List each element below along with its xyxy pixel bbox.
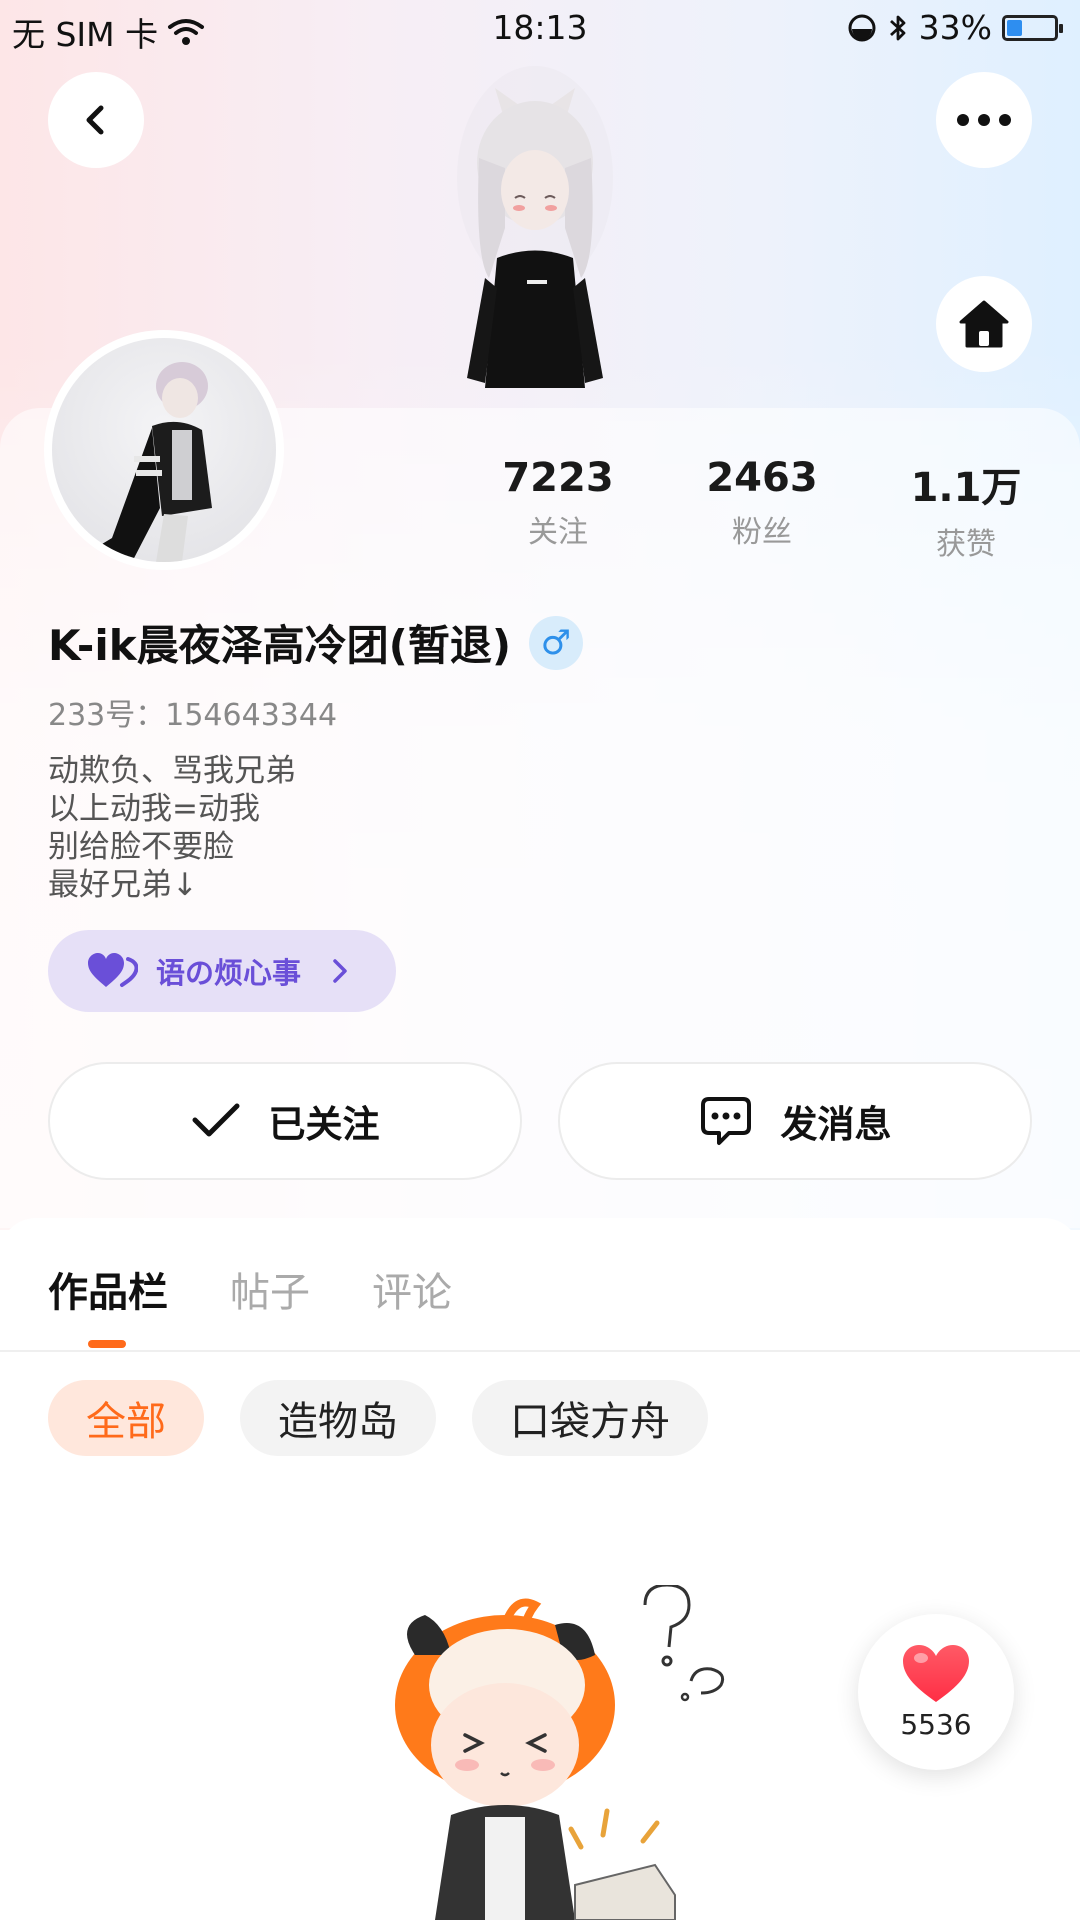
filter-all[interactable]: 全部 xyxy=(48,1380,204,1456)
heart-icon xyxy=(88,953,138,987)
like-count: 5536 xyxy=(900,1707,972,1741)
stat-value: 1.1万 xyxy=(910,465,1022,511)
stat-value: 2463 xyxy=(706,455,818,501)
bio-line: 动欺负、骂我兄弟 xyxy=(48,753,296,789)
stat-label: 粉丝 xyxy=(732,515,792,550)
name-row: K-ik晨夜泽高冷团(暂退) ♂ xyxy=(48,612,584,673)
empty-state-illustration xyxy=(395,1585,725,1920)
heart-icon xyxy=(903,1644,969,1702)
signature-label: 语の烦心事 xyxy=(156,956,302,990)
stat-value: 7223 xyxy=(502,455,614,501)
message-button[interactable]: 发消息 xyxy=(558,1062,1032,1180)
stat-label: 关注 xyxy=(528,515,588,550)
follow-label: 已关注 xyxy=(268,1103,380,1146)
bluetooth-icon xyxy=(889,15,906,40)
tab-works[interactable]: 作品栏 xyxy=(48,1260,168,1318)
filter-pocket-ark[interactable]: 口袋方舟 xyxy=(472,1380,708,1456)
user-id: 233号：154643344 xyxy=(48,698,338,733)
home-icon xyxy=(959,300,1009,348)
bio-line: 以上动我=动我 xyxy=(48,791,260,827)
stat-label: 获赞 xyxy=(936,527,996,562)
filter-chips: 全部 造物岛 口袋方舟 xyxy=(48,1380,708,1456)
tabs-divider xyxy=(0,1350,1080,1352)
character-avatar-illustration xyxy=(457,66,613,388)
avatar-image xyxy=(52,338,276,562)
like-button[interactable]: 5536 xyxy=(858,1614,1014,1770)
male-icon: ♂ xyxy=(529,615,584,670)
home-button[interactable] xyxy=(936,276,1032,372)
signature-badge[interactable]: 语の烦心事 xyxy=(48,930,396,1012)
content-tabs: 作品栏 帖子 评论 xyxy=(48,1260,452,1318)
battery-fill xyxy=(1007,19,1023,36)
battery-percent: 33% xyxy=(918,8,992,47)
profile-name: K-ik晨夜泽高冷团(暂退) xyxy=(48,621,512,670)
more-horizontal-icon xyxy=(957,114,1011,126)
tab-posts[interactable]: 帖子 xyxy=(230,1260,310,1318)
status-right: 33% xyxy=(847,8,1063,47)
avatar-illustration xyxy=(72,362,212,562)
bio: 动欺负、骂我兄弟 以上动我=动我 别给脸不要脸 最好兄弟↓ xyxy=(48,752,296,904)
filter-creation-island[interactable]: 造物岛 xyxy=(240,1380,436,1456)
do-not-disturb-icon xyxy=(848,14,876,41)
stat-followers[interactable]: 2463 粉丝 xyxy=(662,455,862,551)
chevron-left-icon xyxy=(86,105,104,135)
tab-indicator xyxy=(88,1340,126,1348)
check-icon xyxy=(192,1103,239,1137)
message-label: 发消息 xyxy=(780,1103,892,1146)
follow-button[interactable]: 已关注 xyxy=(48,1062,522,1180)
bio-line: 别给脸不要脸 xyxy=(48,829,234,865)
stat-following[interactable]: 7223 关注 xyxy=(458,455,658,551)
avatar[interactable] xyxy=(44,330,284,570)
chat-bubble-icon xyxy=(700,1097,751,1145)
more-button[interactable] xyxy=(936,72,1032,168)
tab-comments[interactable]: 评论 xyxy=(372,1260,452,1318)
bio-line: 最好兄弟↓ xyxy=(48,867,198,903)
back-button[interactable] xyxy=(48,72,144,168)
battery-icon xyxy=(1002,14,1063,41)
stat-likes[interactable]: 1.1万 获赞 xyxy=(866,455,1066,563)
chevron-right-icon xyxy=(333,959,347,983)
